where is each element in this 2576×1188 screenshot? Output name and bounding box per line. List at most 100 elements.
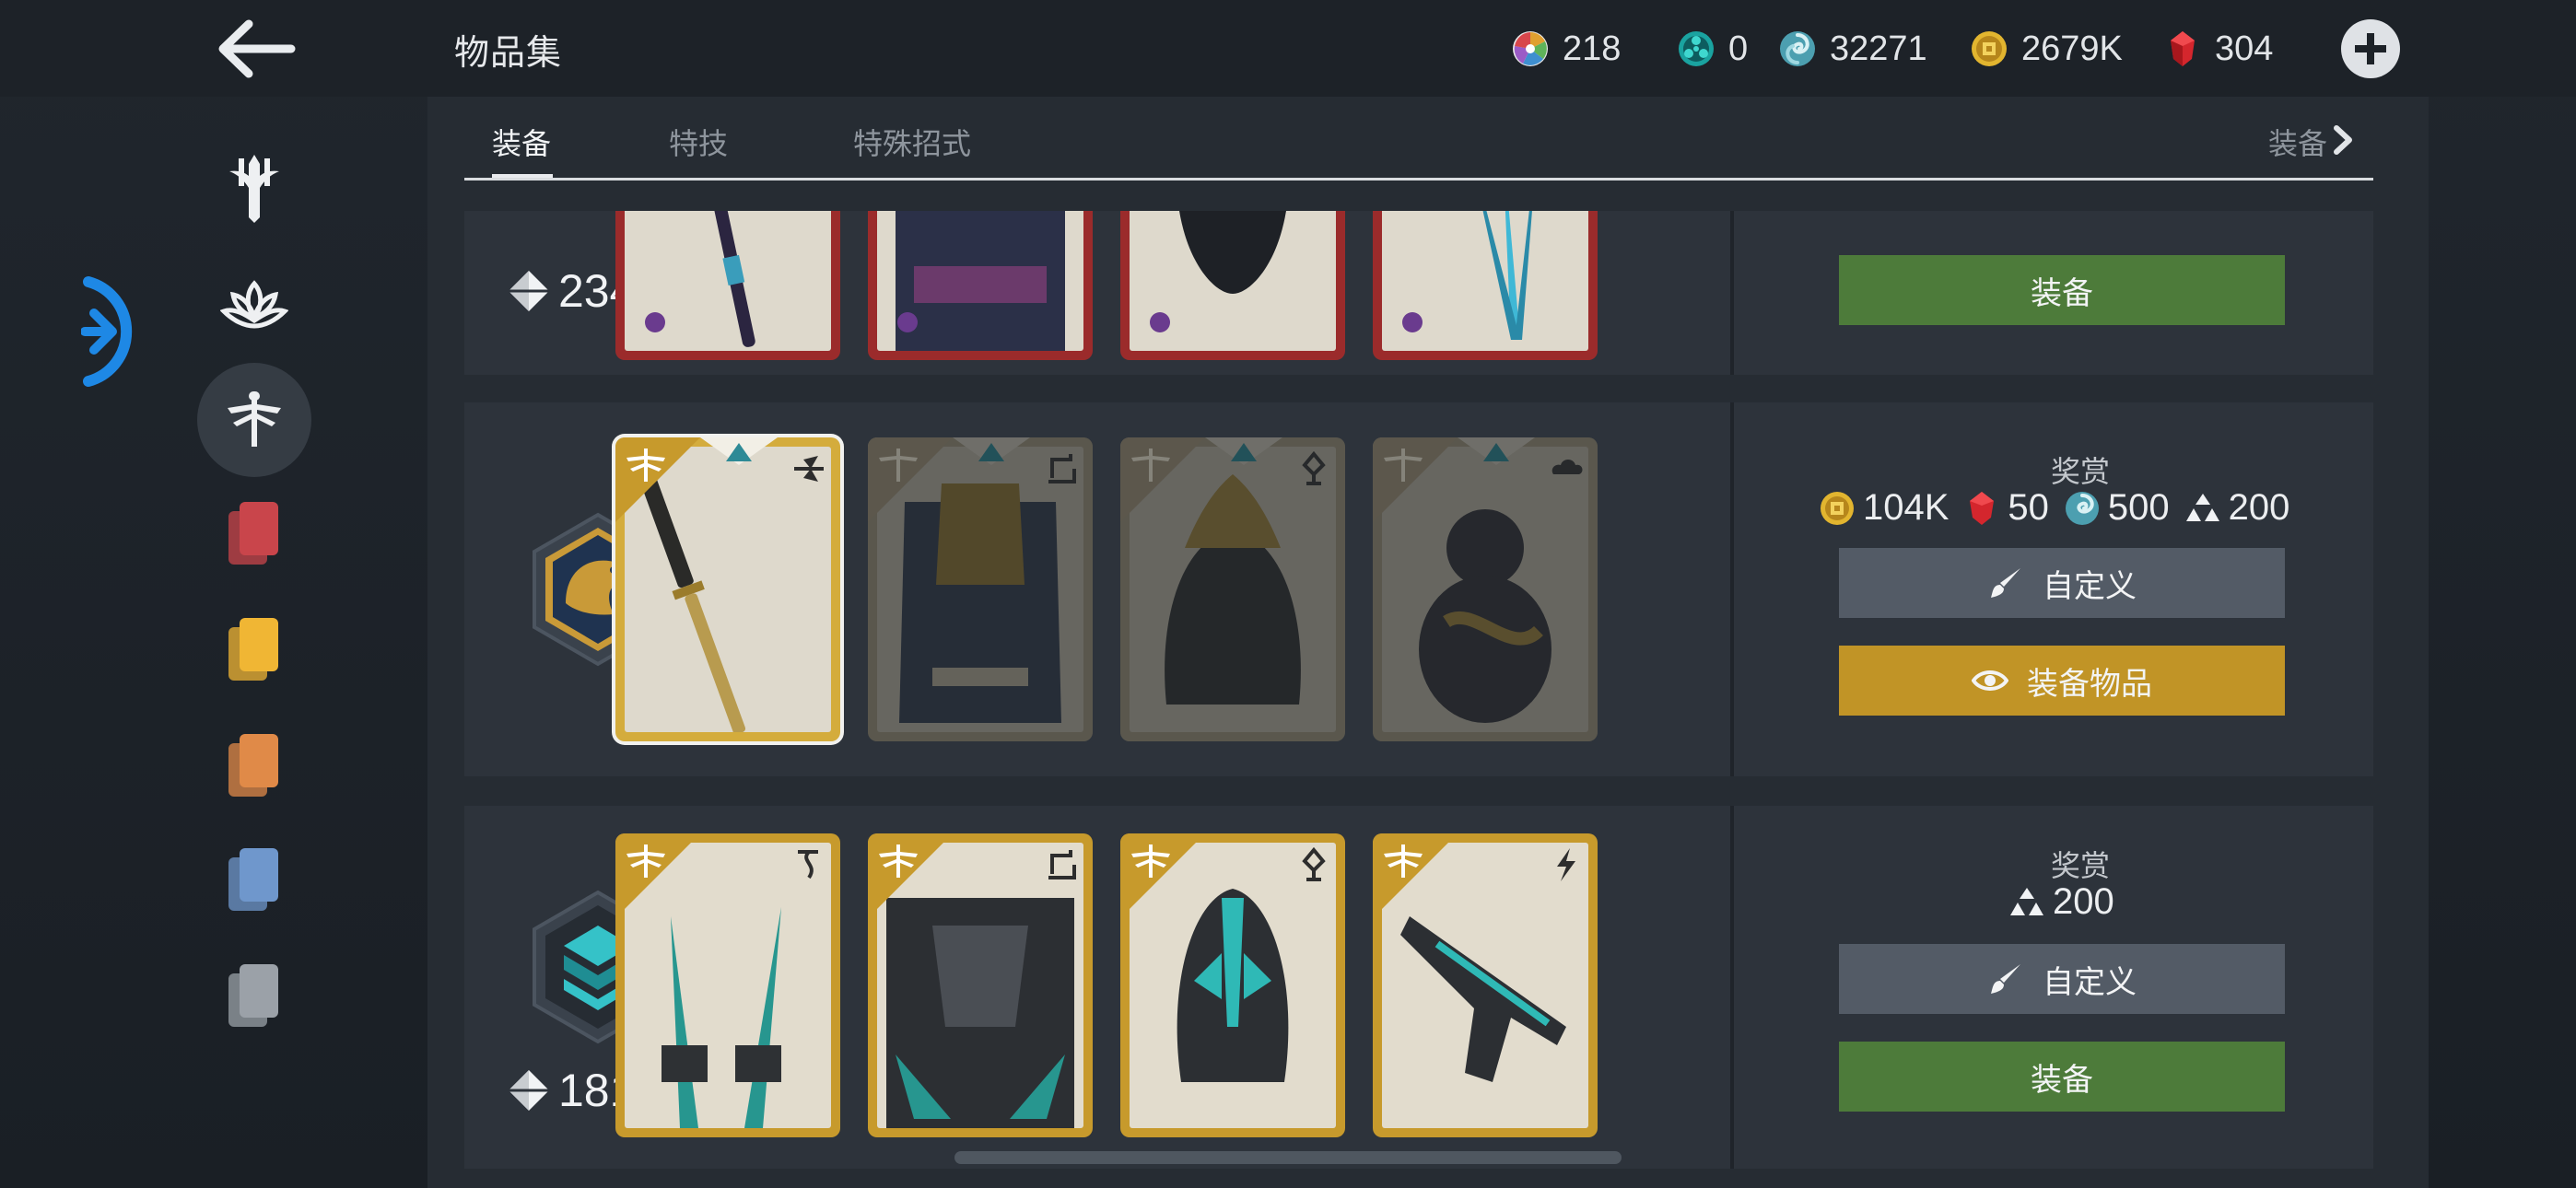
ruby-gem-icon [1970,491,1995,525]
chain-weapon-type-icon [798,850,818,879]
card-face [1130,211,1336,351]
card-corner [1120,437,1205,522]
sidebar-item-weapon-emblem[interactable] [197,131,311,245]
weapon-type-icon [794,456,824,482]
brush-icon [1991,964,2020,994]
tier-triangle-icon [1483,443,1509,461]
samurai-armor-icon [899,483,1061,723]
currency-color-wheel: 218 [1511,26,1621,72]
helmet-type-icon [1302,450,1326,485]
equip-items-button[interactable]: 装备物品 [1839,646,2285,716]
radiation-token-icon [1679,31,1714,66]
dragonfly-icon [1384,844,1423,878]
samurai-helmet-icon [1165,474,1301,705]
currency-value: 218 [1563,29,1622,68]
tab-special-moves[interactable]: 特殊招式 [853,121,971,163]
item-card[interactable] [1373,211,1598,360]
item-card[interactable] [1373,833,1598,1137]
armor-type-icon [1048,850,1076,879]
item-card[interactable] [1373,437,1598,741]
row-divider [1730,806,1734,1169]
gourd-charm-icon [1419,509,1551,723]
swirl-orb-icon [1780,31,1815,66]
app-root: 物品集 218 0 32271 2679K 304 装备 特技 特殊招式 装备 … [0,0,2576,1188]
currency-value: 0 [1728,29,1749,68]
reward-list: 104K 50 500 200 [1819,487,2289,529]
dragonfly-icon [626,844,665,878]
currency-value: 32271 [1830,29,1927,68]
item-card[interactable] [868,833,1093,1137]
item-card[interactable] [615,833,840,1137]
rarity-dot [645,312,665,332]
reward-value: 200 [2053,881,2114,922]
sidebar-item-blue-deck[interactable] [197,823,311,938]
tier-marker [953,437,1030,465]
card-deck-icon [228,964,280,1029]
collection-panel: 装备 特技 特殊招式 装备 23484 [427,97,2429,1188]
helmet-type-icon [1302,846,1326,881]
swirl-orb-icon [2065,491,2099,525]
equip-button[interactable]: 装备 [1839,1042,2285,1112]
row-divider [1730,211,1734,375]
triangle-shards-icon [2185,493,2219,521]
card-deck-icon [228,734,280,798]
row-divider [1730,402,1734,776]
dragonfly-icon [626,448,665,482]
customize-label: 自定义 [2043,964,2137,1000]
card-deck-icon [228,618,280,682]
armor-type-icon [1048,454,1076,483]
reward-value: 104K [1863,487,1950,528]
card-face [1382,211,1588,351]
reward-title: 奖赏 [2050,455,2110,488]
tab-next-label[interactable]: 装备 [2268,121,2327,163]
sidebar-item-orange-deck[interactable] [197,709,311,823]
sidebar-item-gray-deck[interactable] [197,939,311,1054]
triangle-shards-icon [2010,887,2043,915]
lotus-icon [220,280,288,329]
horizontal-scrollbar[interactable] [954,1151,1622,1164]
item-card[interactable] [868,437,1093,741]
dragonfly-icon [879,448,918,482]
rarity-dot [897,312,918,332]
sidebar-item-yellow-deck[interactable] [197,593,311,707]
item-card[interactable] [1120,437,1345,741]
reward-value: 500 [2107,487,2170,528]
card-deck-icon [228,502,280,566]
diamond-score-icon [509,1070,549,1111]
reward-value: 200 [2228,487,2290,528]
card-face [625,211,831,351]
card-face [877,447,1083,732]
customize-button[interactable]: 自定义 [1839,944,2285,1014]
tab-perks[interactable]: 特技 [669,121,728,163]
item-card[interactable] [615,211,840,360]
chevron-right-icon[interactable] [2331,124,2357,156]
plus-circle-icon[interactable] [2341,19,2400,78]
card-deck-icon [228,848,280,913]
dragonfly-icon [1384,448,1423,482]
sidebar-item-red-deck[interactable] [197,477,311,591]
sidebar-item-dragonfly[interactable] [197,363,311,477]
currency-value: 2679K [2021,29,2123,68]
currency-value: 304 [2215,29,2274,68]
item-card[interactable] [868,211,1093,360]
customize-label: 自定义 [2043,568,2137,604]
tier-triangle-icon [1231,443,1257,461]
currency-ruby: 304 [2163,26,2273,72]
item-card[interactable] [1120,833,1345,1137]
customize-button[interactable]: 自定义 [1839,548,2285,618]
set-row: 23484 [464,211,2373,375]
collapse-arrow-icon[interactable] [81,274,146,389]
equip-button[interactable]: 装备 [1839,255,2285,325]
item-card[interactable] [615,437,840,741]
rarity-dot [1402,312,1423,332]
currency-gold: 2679K [1970,26,2123,72]
sidebar-item-lotus[interactable] [197,249,311,363]
tab-bar: 装备 特技 特殊招式 装备 [464,97,2373,181]
set-list[interactable]: 23484 [464,211,2373,1169]
arrow-left-icon[interactable] [212,17,297,81]
color-wheel-icon [1513,31,1548,66]
gold-coin-icon [1972,31,2007,66]
tab-equipment[interactable]: 装备 [492,121,551,163]
item-card[interactable] [1120,211,1345,360]
tier-triangle-icon [978,443,1004,461]
